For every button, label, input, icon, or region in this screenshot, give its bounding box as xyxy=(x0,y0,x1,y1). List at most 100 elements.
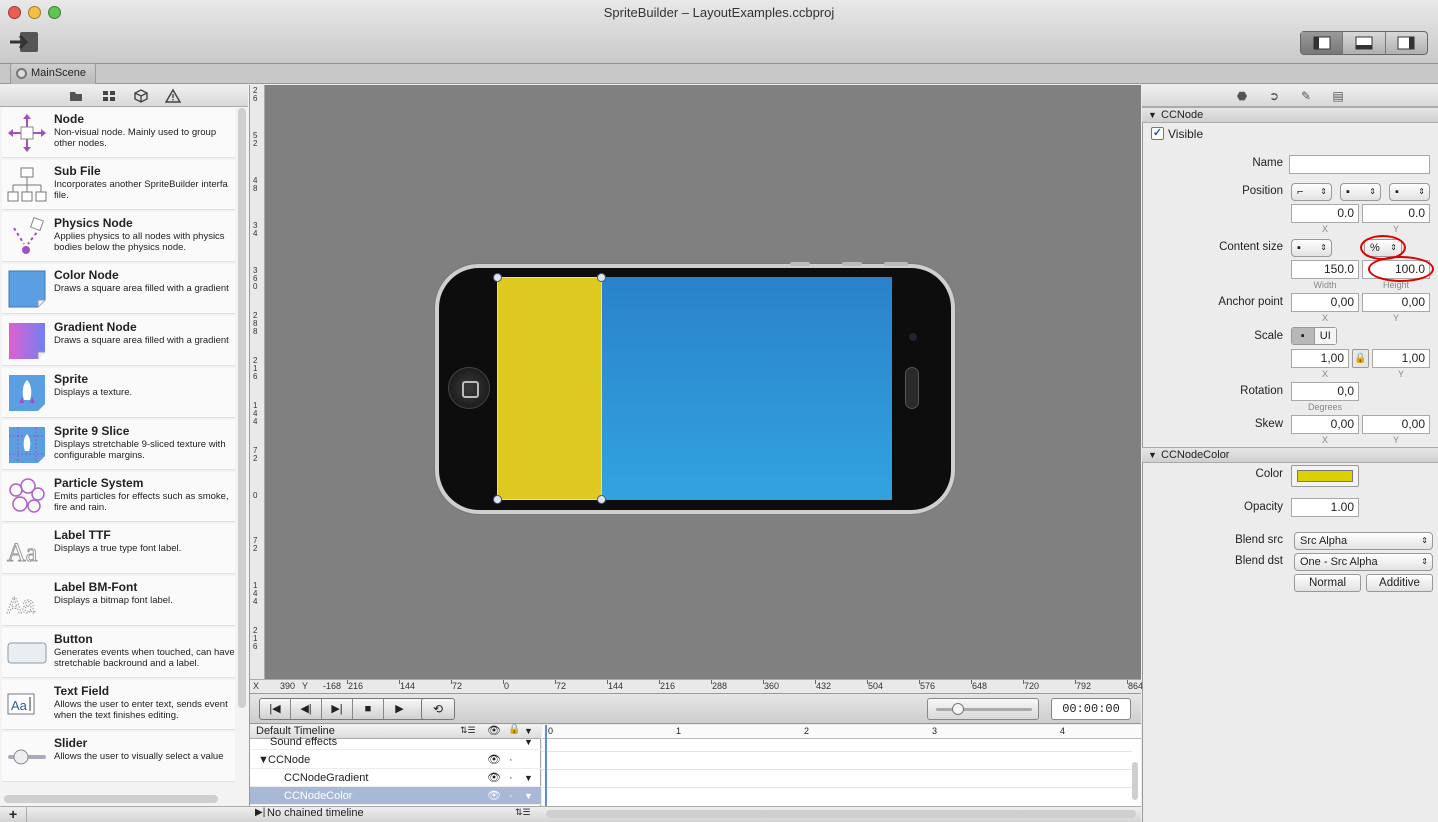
scale-x-field[interactable]: 1,00 xyxy=(1291,349,1349,368)
stop-button[interactable]: ■ xyxy=(353,699,384,719)
scale-lock-icon[interactable]: 🔒 xyxy=(1352,349,1369,368)
library-item-gradient-node[interactable]: Gradient Node Draws a square area filled… xyxy=(2,316,235,366)
publish-icon[interactable] xyxy=(8,31,40,53)
timeline-horizontal-scrollbar[interactable] xyxy=(546,810,1136,818)
library-item-physics-node[interactable]: Physics Node Applies physics to all node… xyxy=(2,212,235,262)
step-back-button[interactable]: ◀| xyxy=(291,699,322,719)
scale-ui-button[interactable]: UI xyxy=(1313,328,1336,344)
library-item-color-node[interactable]: Color Node Draws a square area filled wi… xyxy=(2,264,235,314)
position-x-unit-select[interactable]: ▪ ⇕ xyxy=(1340,183,1381,201)
tree-row-ccnode[interactable]: ▼ CCNode 👁 · xyxy=(250,751,541,769)
ccnode-section-header[interactable]: ▼ CCNode xyxy=(1142,107,1438,123)
disclosure-triangle-icon[interactable]: ▼ xyxy=(1148,448,1157,462)
position-x-field[interactable]: 0.0 xyxy=(1291,204,1359,223)
ccnodecolor-section-header[interactable]: ▼ CCNodeColor xyxy=(1142,447,1438,463)
slider-knob[interactable] xyxy=(952,703,964,715)
lock-icon[interactable]: 🔒 xyxy=(508,724,520,735)
ruler-tick-label: 1 4 4 xyxy=(253,401,258,426)
additive-blend-button[interactable]: Additive xyxy=(1366,574,1433,592)
library-item-label-ttf[interactable]: Aa Label TTF Displays a true type font l… xyxy=(2,524,235,574)
tree-row-ccnodegradient[interactable]: CCNodeGradient 👁 · ▼ xyxy=(250,769,541,787)
skew-y-field[interactable]: 0,00 xyxy=(1362,415,1430,434)
timeline-menu-icon[interactable]: ⇅☰ xyxy=(460,725,476,736)
library-item-node[interactable]: Node Non-visual node. Mainly used to gro… xyxy=(2,108,235,158)
chevron-down-icon[interactable]: ▼ xyxy=(524,769,533,787)
timeline-vertical-scrollbar[interactable] xyxy=(1132,762,1138,800)
eye-icon[interactable]: 👁 xyxy=(487,751,501,769)
library-horizontal-scrollbar[interactable] xyxy=(4,795,218,803)
name-field[interactable] xyxy=(1289,155,1430,174)
warning-icon[interactable] xyxy=(165,88,181,104)
add-button[interactable]: + xyxy=(9,806,17,822)
svg-text:Aa: Aa xyxy=(7,594,36,621)
tab-mainscene[interactable]: MainScene xyxy=(10,63,96,84)
rotation-field[interactable]: 0,0 xyxy=(1291,382,1359,401)
disclosure-triangle-icon[interactable]: ▼ xyxy=(1148,108,1157,122)
selection-handle[interactable] xyxy=(493,273,502,282)
disclosure-triangle-icon[interactable]: ▶| xyxy=(255,807,265,818)
library-item-sub-file[interactable]: Sub File Incorporates another SpriteBuil… xyxy=(2,160,235,210)
eye-icon[interactable]: 👁 xyxy=(487,769,501,787)
jump-to-start-button[interactable]: |◀ xyxy=(260,699,291,719)
lock-toggle[interactable]: · xyxy=(509,751,513,769)
loop-button[interactable]: ⟲ xyxy=(421,698,455,720)
scale-absolute-button[interactable]: ▪ xyxy=(1292,328,1314,344)
timeline-scale[interactable]: 0 1 2 3 4 xyxy=(542,725,1141,739)
visible-checkbox[interactable]: ✓ xyxy=(1151,127,1164,140)
time-display[interactable]: 00:00:00 xyxy=(1051,698,1131,720)
blend-dst-select[interactable]: One - Src Alpha ⇕ xyxy=(1294,553,1433,571)
selection-handle[interactable] xyxy=(597,273,606,282)
tree-row-sound-effects[interactable]: Sound effects ▼ xyxy=(250,736,541,750)
position-reference-corner-select[interactable]: ⌐ ⇕ xyxy=(1291,183,1332,201)
toggle-right-panel-button[interactable] xyxy=(1386,32,1427,54)
library-item-button[interactable]: Button Generates events when touched, ca… xyxy=(2,628,235,678)
content-width-field[interactable]: 150.0 xyxy=(1291,260,1359,279)
library-vertical-scrollbar[interactable] xyxy=(238,108,246,708)
skew-x-field[interactable]: 0,00 xyxy=(1291,415,1359,434)
position-y-field[interactable]: 0.0 xyxy=(1362,204,1430,223)
cube-icon[interactable] xyxy=(133,88,149,104)
normal-blend-button[interactable]: Normal xyxy=(1294,574,1361,592)
eye-icon[interactable]: 👁 xyxy=(487,787,501,805)
toggle-bottom-panel-button[interactable] xyxy=(1343,32,1386,54)
library-item-label-bm-font[interactable]: Aa Label BM-Font Displays a bitmap font … xyxy=(2,576,235,626)
anchor-x-field[interactable]: 0,00 xyxy=(1291,293,1359,312)
tree-row-ccnodecolor[interactable]: CCNodeColor 👁 · ▼ xyxy=(250,787,541,805)
timeline-zoom-slider[interactable] xyxy=(927,698,1039,720)
content-width-unit-select[interactable]: ▪ ⇕ xyxy=(1291,239,1332,257)
close-tab-icon[interactable] xyxy=(16,68,27,79)
scale-type-toggle[interactable]: ▪ UI xyxy=(1291,327,1337,345)
library-item-slider[interactable]: Slider Allows the user to visually selec… xyxy=(2,732,235,782)
toggle-left-panel-button[interactable] xyxy=(1301,32,1344,54)
physics-icon[interactable]: ✎ xyxy=(1298,88,1314,104)
chained-timeline-menu-icon[interactable]: ⇅☰ xyxy=(515,807,531,818)
folder-icon[interactable] xyxy=(68,88,84,104)
playhead[interactable] xyxy=(545,725,547,806)
chevron-down-icon[interactable]: ▼ xyxy=(524,726,533,736)
template-icon[interactable]: ▤ xyxy=(1330,88,1346,104)
chained-timeline-label[interactable]: No chained timeline xyxy=(267,807,364,819)
code-connections-icon[interactable]: ➲ xyxy=(1266,88,1282,104)
panel-layout-toggle[interactable] xyxy=(1300,31,1428,55)
color-well[interactable] xyxy=(1291,465,1359,487)
scale-y-field[interactable]: 1,00 xyxy=(1372,349,1430,368)
library-item-sprite[interactable]: Sprite Displays a texture. xyxy=(2,368,235,418)
anchor-point-handle[interactable] xyxy=(493,495,502,504)
selection-handle[interactable] xyxy=(597,495,606,504)
chevron-down-icon[interactable]: ▼ xyxy=(524,736,533,748)
position-y-unit-select[interactable]: ▪ ⇕ xyxy=(1389,183,1430,201)
library-item-text-field[interactable]: Aa Text Field Allows the user to enter t… xyxy=(2,680,235,730)
properties-icon[interactable]: ⬣ xyxy=(1234,88,1250,104)
library-item-sprite-9-slice[interactable]: Sprite 9 Slice Displays stretchable 9-sl… xyxy=(2,420,235,470)
blend-src-select[interactable]: Src Alpha ⇕ xyxy=(1294,532,1433,550)
play-button[interactable]: ▶ xyxy=(384,699,415,719)
chevron-down-icon[interactable]: ▼ xyxy=(524,787,533,805)
ccnodecolor-node[interactable] xyxy=(497,277,602,500)
opacity-field[interactable]: 1.00 xyxy=(1291,498,1359,517)
lock-toggle[interactable]: · xyxy=(509,769,513,787)
anchor-y-field[interactable]: 0,00 xyxy=(1362,293,1430,312)
library-item-particle-system[interactable]: Particle System Emits particles for effe… xyxy=(2,472,235,522)
step-forward-button[interactable]: ▶| xyxy=(322,699,353,719)
lock-toggle[interactable]: · xyxy=(509,787,513,805)
grid-icon[interactable] xyxy=(101,88,117,104)
